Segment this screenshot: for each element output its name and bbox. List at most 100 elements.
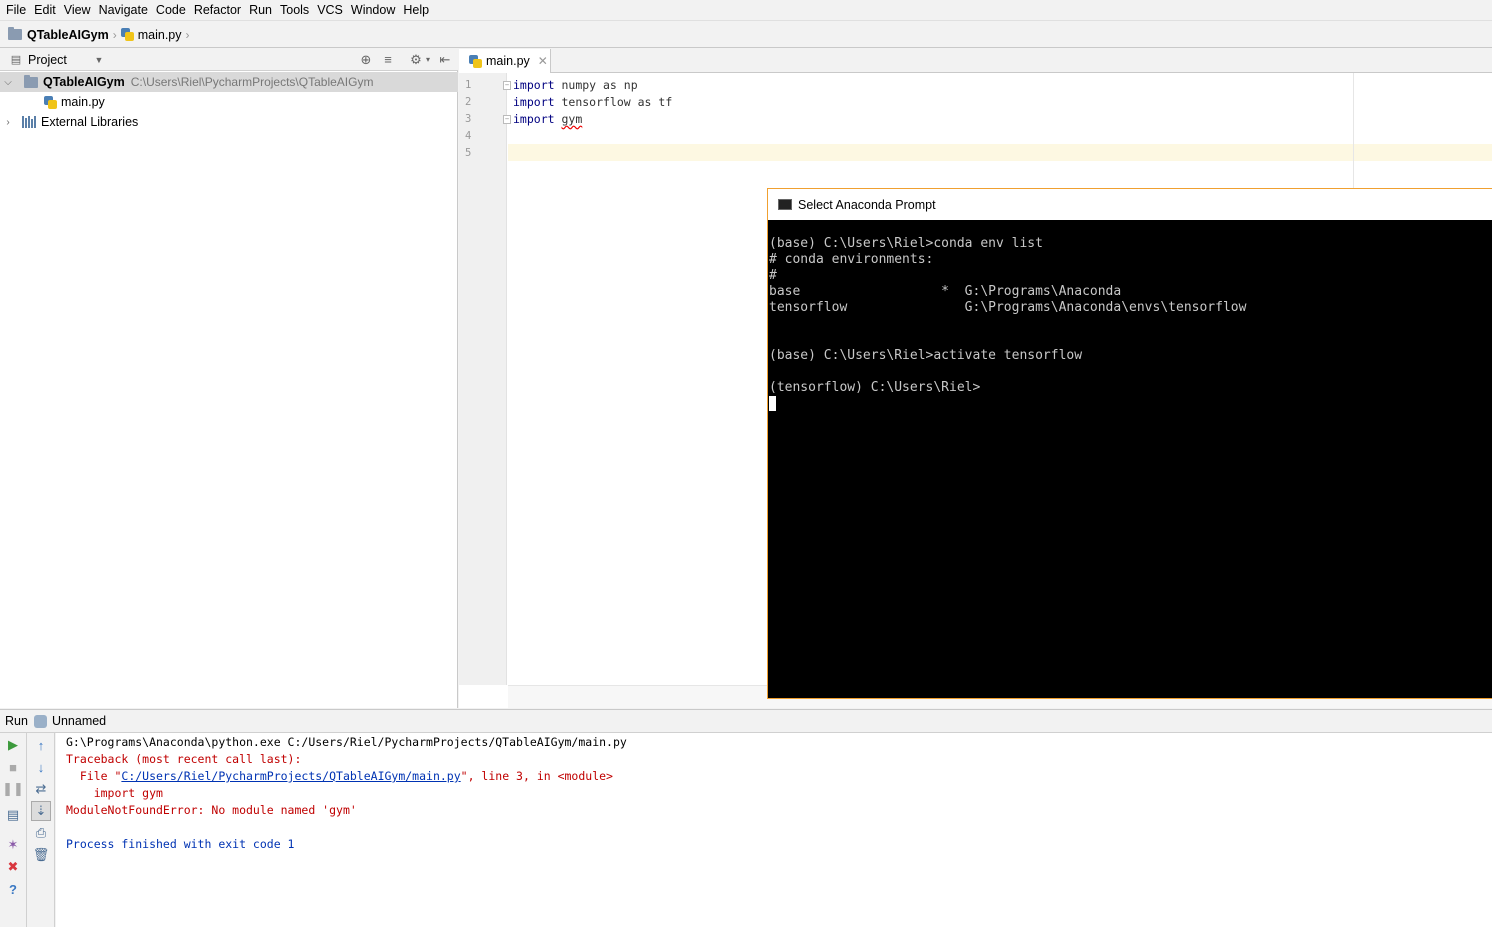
chevron-down-icon[interactable]: ⌵ xyxy=(0,77,16,88)
line-number: 1 xyxy=(465,79,472,91)
print-icon[interactable]: ⎙ xyxy=(31,823,51,843)
library-icon xyxy=(22,116,36,128)
tree-item-project-root[interactable]: ⌵ QTableAIGym C:\Users\Riel\PycharmProje… xyxy=(0,72,458,92)
dropdown-small-icon[interactable]: ▾ xyxy=(420,52,436,68)
line-number: 5 xyxy=(465,147,472,159)
python-file-icon xyxy=(120,28,134,41)
menu-edit[interactable]: Edit xyxy=(32,3,62,17)
unresolved-import: gym xyxy=(561,112,583,126)
help-icon[interactable]: ? xyxy=(3,879,23,899)
output-finished: Process finished with exit code 1 xyxy=(66,837,295,851)
anaconda-prompt-window[interactable]: Select Anaconda Prompt (base) C:\Users\R… xyxy=(767,188,1492,699)
output-file-line: File "C:/Users/Riel/PycharmProjects/QTab… xyxy=(66,769,613,783)
restore-layout-icon[interactable]: ▤ xyxy=(3,805,23,825)
breadcrumb: QTableAIGym › main.py › xyxy=(0,22,1492,48)
console-line: (base) C:\Users\Riel>activate tensorflow xyxy=(769,348,1083,363)
keyword: import xyxy=(513,112,555,126)
folder-icon xyxy=(8,27,22,40)
tree-libraries-label: External Libraries xyxy=(41,115,139,129)
run-panel-label[interactable]: Run xyxy=(5,714,28,728)
tree-root-label: QTableAIGym xyxy=(43,75,125,89)
menu-refactor[interactable]: Refactor xyxy=(192,3,247,17)
project-panel: ▤ Project ▼ ⊕ ≡ ⚙ ▾ ⇤ ⌵ QTableAIGym C:\U… xyxy=(0,49,458,708)
tree-item-external-libraries[interactable]: › External Libraries xyxy=(0,112,458,132)
project-view-icon: ▤ xyxy=(10,54,22,66)
trash-icon[interactable]: 🗑 xyxy=(31,845,51,865)
tab-label: main.py xyxy=(486,54,530,68)
output-traceback: Traceback (most recent call last): xyxy=(66,752,302,766)
hide-panel-icon[interactable]: ⇤ xyxy=(437,52,453,68)
run-config-name[interactable]: Unnamed xyxy=(52,714,106,728)
close-icon[interactable]: ✕ xyxy=(538,54,548,68)
project-panel-title[interactable]: Project xyxy=(28,53,67,67)
tree-file-label: main.py xyxy=(61,95,105,109)
breadcrumb-file[interactable]: main.py xyxy=(120,27,182,42)
keyword: import xyxy=(513,95,555,109)
chevron-right-icon: › xyxy=(185,27,190,42)
console-line: # conda environments: xyxy=(769,252,934,267)
pin-tab-icon[interactable]: ✶ xyxy=(3,835,23,855)
breadcrumb-project-label: QTableAIGym xyxy=(27,27,109,42)
keyword: import xyxy=(513,78,555,92)
close-icon[interactable]: ✖ xyxy=(3,857,23,877)
arrow-up-icon[interactable]: ↑ xyxy=(31,735,51,755)
console-line: (tensorflow) C:\Users\Riel> xyxy=(769,380,981,395)
console-title-bar[interactable]: Select Anaconda Prompt xyxy=(768,189,1492,220)
rerun-icon[interactable]: ▶ xyxy=(3,735,23,755)
chevron-right-icon: › xyxy=(112,27,117,42)
stop-icon[interactable]: ■ xyxy=(3,757,23,777)
code-line-2: import tensorflow as tf xyxy=(513,95,672,109)
tree-item-main-py[interactable]: main.py xyxy=(0,92,458,112)
fold-marker-icon[interactable]: − xyxy=(503,81,511,90)
run-config-icon xyxy=(33,714,47,728)
line-number: 2 xyxy=(465,96,472,108)
console-line: base * G:\Programs\Anaconda xyxy=(769,284,1122,299)
menu-file[interactable]: File xyxy=(4,3,32,17)
editor-tab-bar: main.py ✕ xyxy=(459,49,1492,73)
scroll-to-end-icon[interactable]: ⇣ xyxy=(31,801,51,821)
arrow-down-icon[interactable]: ↓ xyxy=(31,757,51,777)
line-number: 3 xyxy=(465,113,472,125)
run-output-console[interactable]: G:\Programs\Anaconda\python.exe C:/Users… xyxy=(56,733,1492,927)
pause-icon[interactable]: ❚❚ xyxy=(2,779,24,799)
run-panel-header: Run Unnamed xyxy=(0,709,1492,733)
menu-code[interactable]: Code xyxy=(154,3,192,17)
menu-window[interactable]: Window xyxy=(349,3,401,17)
python-file-icon xyxy=(469,54,482,68)
console-line: (base) C:\Users\Riel>conda env list xyxy=(769,236,1043,251)
output-file-link[interactable]: C:/Users/Riel/PycharmProjects/QTableAIGy… xyxy=(121,769,460,783)
output-error: ModuleNotFoundError: No module named 'gy… xyxy=(66,803,357,817)
output-command: G:\Programs\Anaconda\python.exe C:/Users… xyxy=(66,735,627,749)
chevron-right-icon[interactable]: › xyxy=(0,117,16,128)
collapse-all-icon[interactable]: ≡ xyxy=(380,52,396,68)
output-file-prefix: File " xyxy=(66,769,122,783)
console-title: Select Anaconda Prompt xyxy=(798,197,936,212)
folder-icon xyxy=(24,74,38,88)
output-file-suffix: ", line 3, in <module> xyxy=(460,769,613,783)
caret-line-highlight xyxy=(508,144,1492,161)
tab-main-py[interactable]: main.py ✕ xyxy=(459,49,551,73)
menu-tools[interactable]: Tools xyxy=(278,3,315,17)
breadcrumb-file-label: main.py xyxy=(137,27,182,42)
menu-view[interactable]: View xyxy=(62,3,97,17)
code-text: numpy as np xyxy=(554,78,638,92)
menu-bar: File Edit View Navigate Code Refactor Ru… xyxy=(0,0,1492,21)
run-toolbar-primary: ▶ ■ ❚❚ ▤ ✶ ✖ ? xyxy=(0,733,27,927)
locate-file-icon[interactable]: ⊕ xyxy=(358,52,374,68)
code-line-3: import gym xyxy=(513,112,582,126)
code-line-1: import numpy as np xyxy=(513,78,638,92)
output-import-line: import gym xyxy=(66,786,163,800)
menu-vcs[interactable]: VCS xyxy=(315,3,349,17)
menu-run[interactable]: Run xyxy=(247,3,278,17)
breadcrumb-project[interactable]: QTableAIGym xyxy=(8,27,109,42)
fold-marker-icon[interactable]: − xyxy=(503,115,511,124)
dropdown-arrow-icon[interactable]: ▼ xyxy=(91,52,107,68)
line-gutter: 1 2 3 4 5 − − xyxy=(459,73,511,685)
menu-help[interactable]: Help xyxy=(401,3,435,17)
console-output[interactable]: (base) C:\Users\Riel>conda env list # co… xyxy=(768,220,1492,698)
menu-navigate[interactable]: Navigate xyxy=(97,3,154,17)
soft-wrap-icon[interactable]: ⇄ xyxy=(31,779,51,799)
console-line: # xyxy=(769,268,777,283)
console-line: tensorflow G:\Programs\Anaconda\envs\ten… xyxy=(769,300,1247,315)
tree-root-path: C:\Users\Riel\PycharmProjects\QTableAIGy… xyxy=(130,75,374,89)
